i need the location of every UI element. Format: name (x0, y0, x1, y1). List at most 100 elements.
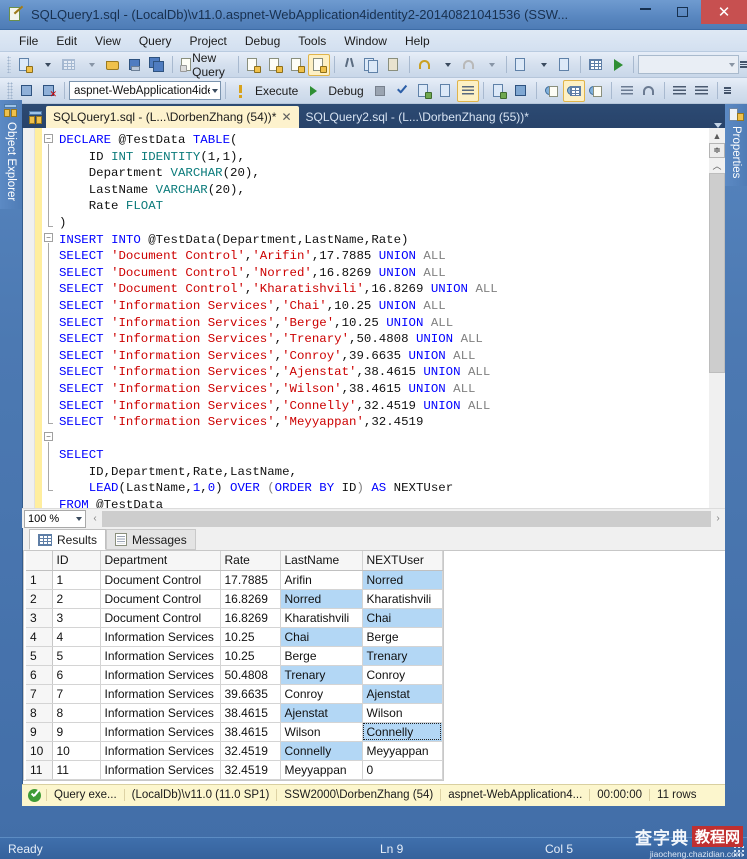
scroll-left-arrow[interactable]: ‹ (88, 513, 102, 524)
cell-department[interactable]: Information Services (100, 741, 221, 761)
menu-item-project[interactable]: Project (181, 31, 236, 51)
cell-department[interactable]: Information Services (100, 722, 221, 742)
column-header-department[interactable]: Department (100, 551, 221, 571)
table-row[interactable]: 3 3 Document Control 16.8269 Kharatishvili Ch… (26, 608, 443, 628)
cell-id[interactable]: 2 (52, 589, 101, 609)
open-file-icon[interactable] (102, 54, 124, 76)
cell-nextuser[interactable]: Chai (362, 608, 443, 628)
cell-nextuser[interactable]: 0 (362, 760, 443, 780)
scrollbar-trough[interactable] (709, 373, 725, 508)
cell-rate[interactable]: 32.4519 (220, 741, 281, 761)
new-item-icon[interactable] (14, 54, 36, 76)
cell-lastname[interactable]: Trenary (280, 665, 363, 685)
table-row[interactable]: 11 11 Information Services 32.4519 Meyyappan… (26, 760, 443, 780)
toolbar-overflow-button[interactable] (739, 54, 747, 76)
menu-item-query[interactable]: Query (130, 31, 181, 51)
menu-item-debug[interactable]: Debug (236, 31, 289, 51)
cell-nextuser[interactable]: Ajenstat (362, 684, 443, 704)
check-syntax-icon[interactable] (391, 80, 413, 102)
cell-rate[interactable]: 32.4519 (220, 760, 281, 780)
cell-nextuser[interactable]: Kharatishvili (362, 589, 443, 609)
stop-icon[interactable] (369, 80, 391, 102)
cell-nextuser[interactable]: Conroy (362, 665, 443, 685)
table-row[interactable]: 2 2 Document Control 16.8269 Norred Kharatish… (26, 589, 443, 609)
editor-fold-margin[interactable]: − − − (42, 128, 56, 508)
execute-button[interactable]: Execute (252, 80, 303, 102)
find-in-files-icon[interactable] (585, 54, 607, 76)
toolbar-grip[interactable] (7, 56, 11, 73)
cell-rate[interactable]: 16.8269 (220, 589, 281, 609)
cell-department[interactable]: Information Services (100, 646, 221, 666)
menu-item-view[interactable]: View (86, 31, 130, 51)
close-icon[interactable]: ✕ (281, 110, 291, 124)
cell-department[interactable]: Information Services (100, 627, 221, 647)
cell-nextuser[interactable]: Connelly (362, 722, 443, 742)
tab-sqlquery1[interactable]: SQLQuery1.sql - (L...\DorbenZhang (54))*… (46, 106, 299, 128)
cell-department[interactable]: Document Control (100, 570, 221, 590)
cell-rate[interactable]: 50.4808 (220, 665, 281, 685)
row-number[interactable]: 1 (26, 570, 53, 590)
cell-lastname[interactable]: Chai (280, 627, 363, 647)
row-number[interactable]: 11 (26, 760, 53, 780)
row-number[interactable]: 4 (26, 627, 53, 647)
scroll-up-arrow[interactable]: ▲ (709, 128, 725, 143)
column-header-nextuser[interactable]: NEXTUser (362, 551, 443, 571)
cell-lastname[interactable]: Ajenstat (280, 703, 363, 723)
cell-id[interactable]: 1 (52, 570, 101, 590)
new-analysis-services-xmla-query-icon[interactable] (308, 53, 331, 76)
menu-item-tools[interactable]: Tools (289, 31, 335, 51)
copy-icon[interactable] (361, 54, 383, 76)
intellisense-icon[interactable] (510, 80, 532, 102)
results-grid[interactable]: ID Department Rate LastName NEXTUser 1 1 Docum… (26, 551, 443, 780)
connect-icon[interactable] (16, 80, 38, 102)
new-analysis-services-mdx-query-icon[interactable] (264, 54, 286, 76)
sql-editor[interactable]: − − − DECLARE @TestData TABLE( ID INT ID… (22, 128, 725, 508)
uncomment-lines-icon[interactable] (638, 80, 660, 102)
navigate-backward-icon[interactable] (510, 54, 532, 76)
menu-item-help[interactable]: Help (396, 31, 439, 51)
close-button[interactable]: ✕ (701, 0, 747, 24)
cell-department[interactable]: Information Services (100, 684, 221, 704)
scroll-right-arrow[interactable]: › (711, 513, 725, 524)
new-database-engine-query-icon[interactable] (242, 54, 264, 76)
parse-query-icon[interactable] (230, 80, 252, 102)
row-number[interactable]: 6 (26, 665, 53, 685)
cell-rate[interactable]: 38.4615 (220, 703, 281, 723)
debug-play-icon[interactable] (303, 80, 325, 102)
scrollbar-thumb[interactable] (709, 173, 725, 373)
cell-nextuser[interactable]: Berge (362, 627, 443, 647)
active-files-icon[interactable] (26, 108, 46, 128)
row-number[interactable]: 9 (26, 722, 53, 742)
fold-toggle-select[interactable]: − (44, 432, 53, 441)
row-number[interactable]: 2 (26, 589, 53, 609)
toolbar-grip[interactable] (7, 82, 13, 99)
navigate-backward-dropdown[interactable] (532, 54, 554, 76)
database-selector[interactable]: aspnet-WebApplication4ide (69, 81, 221, 100)
query-options-icon[interactable] (435, 80, 457, 102)
editor-vertical-scrollbar[interactable]: ▲ ≑ ︿ (709, 128, 725, 508)
scroll-up-arrow-2[interactable]: ︿ (709, 158, 725, 173)
cell-department[interactable]: Document Control (100, 608, 221, 628)
cell-department[interactable]: Document Control (100, 589, 221, 609)
comment-lines-icon[interactable] (616, 80, 638, 102)
new-project-icon[interactable] (58, 54, 80, 76)
table-row[interactable]: 6 6 Information Services 50.4808 Trenary Conr… (26, 665, 443, 685)
row-number[interactable]: 8 (26, 703, 53, 723)
cell-lastname[interactable]: Connelly (280, 741, 363, 761)
column-header-rate[interactable]: Rate (220, 551, 281, 571)
save-all-icon[interactable] (146, 54, 168, 76)
table-row[interactable]: 8 8 Information Services 38.4615 Ajenstat Wil… (26, 703, 443, 723)
cell-id[interactable]: 11 (52, 760, 101, 780)
menu-item-file[interactable]: File (10, 31, 47, 51)
results-to-text-icon[interactable] (541, 80, 563, 102)
row-number-header[interactable] (26, 551, 53, 571)
row-number[interactable]: 10 (26, 741, 53, 761)
new-item-dropdown[interactable] (36, 54, 58, 76)
cell-nextuser[interactable]: Trenary (362, 646, 443, 666)
paste-icon[interactable] (383, 54, 405, 76)
editor-horizontal-scrollbar[interactable]: ‹ › (88, 510, 725, 527)
cell-rate[interactable]: 38.4615 (220, 722, 281, 742)
new-project-dropdown[interactable] (80, 54, 102, 76)
tab-results[interactable]: Results (29, 529, 107, 550)
fold-toggle-declare[interactable]: − (44, 134, 53, 143)
